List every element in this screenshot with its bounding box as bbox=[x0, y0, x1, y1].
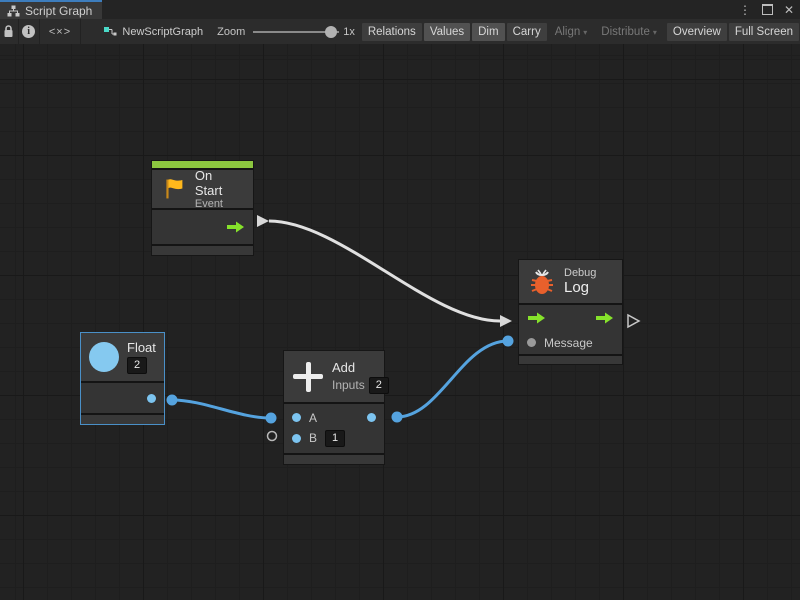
wire-dot bbox=[392, 412, 403, 423]
dim-button[interactable]: Dim bbox=[472, 23, 504, 41]
zoom-value: 1x bbox=[343, 26, 355, 38]
node-ports: A B 1 bbox=[284, 404, 384, 453]
wire-end-arrow bbox=[500, 315, 512, 327]
edit-code-button[interactable]: <×> bbox=[40, 19, 81, 44]
wire-float-to-add[interactable] bbox=[172, 400, 271, 418]
port-label: Message bbox=[544, 336, 593, 350]
graph-canvas[interactable]: On Start Event Debug bbox=[0, 44, 800, 600]
window-menu-icon[interactable]: ⋮ bbox=[739, 4, 751, 16]
input-port-b[interactable] bbox=[292, 434, 301, 443]
zoom-control: Zoom 1x bbox=[217, 19, 361, 44]
message-port-row: Message bbox=[519, 331, 622, 354]
node-add[interactable]: Add Inputs 2 A B 1 bbox=[283, 350, 385, 465]
node-footer bbox=[152, 246, 253, 255]
maximize-icon[interactable] bbox=[762, 4, 773, 15]
flow-output-hint-triangle bbox=[628, 315, 639, 327]
node-title: Float bbox=[127, 340, 156, 355]
flow-output-port[interactable] bbox=[595, 312, 614, 324]
port-a-row: A bbox=[284, 411, 384, 425]
relations-button[interactable]: Relations bbox=[362, 23, 422, 41]
info-icon: i bbox=[22, 25, 35, 38]
distribute-label: Distribute bbox=[601, 26, 650, 38]
window-controls: ⋮ ✕ bbox=[739, 0, 794, 19]
zoom-slider-handle[interactable] bbox=[325, 26, 337, 38]
values-button[interactable]: Values bbox=[424, 23, 470, 41]
wires-layer bbox=[0, 44, 800, 600]
fullscreen-button[interactable]: Full Screen bbox=[729, 23, 799, 41]
node-on-start[interactable]: On Start Event bbox=[151, 160, 254, 256]
float-value-field[interactable]: 2 bbox=[127, 357, 147, 374]
message-input-port[interactable] bbox=[527, 338, 536, 347]
flag-icon bbox=[162, 177, 186, 201]
lock-button[interactable] bbox=[0, 19, 18, 44]
node-title: Add bbox=[332, 360, 389, 375]
distribute-dropdown: Distribute▾ bbox=[595, 23, 663, 41]
overview-button[interactable]: Overview bbox=[667, 23, 727, 41]
node-ports bbox=[81, 383, 164, 413]
graph-hierarchy-icon bbox=[7, 5, 20, 17]
node-header[interactable]: Float 2 bbox=[81, 333, 164, 381]
chevron-down-icon: ▾ bbox=[653, 28, 657, 37]
graph-toolbar: i <×> NewScriptGraph Zoom 1x Relations V… bbox=[0, 19, 800, 45]
wire-start-arrow bbox=[257, 215, 269, 227]
flow-output-port[interactable] bbox=[226, 221, 245, 233]
node-header[interactable]: Debug Log bbox=[519, 260, 622, 303]
lock-icon bbox=[3, 25, 14, 38]
input-port-a[interactable] bbox=[292, 413, 301, 422]
code-icon: <×> bbox=[49, 26, 71, 38]
bug-icon bbox=[529, 268, 555, 296]
node-header[interactable]: Add Inputs 2 bbox=[284, 351, 384, 402]
node-footer bbox=[284, 455, 384, 464]
node-debug-log[interactable]: Debug Log Message bbox=[518, 259, 623, 365]
node-kind: Debug bbox=[564, 267, 596, 279]
b-value-field[interactable]: 1 bbox=[325, 430, 345, 447]
node-header[interactable]: On Start Event bbox=[152, 170, 253, 208]
wire-add-to-debug[interactable] bbox=[397, 341, 508, 417]
event-accent-bar bbox=[152, 161, 253, 168]
flow-input-port[interactable] bbox=[527, 312, 546, 324]
node-subtitle: Inputs bbox=[332, 378, 365, 392]
close-icon[interactable]: ✕ bbox=[784, 4, 794, 16]
chevron-down-icon: ▾ bbox=[583, 28, 587, 37]
node-ports bbox=[152, 210, 253, 244]
tab-strip: Script Graph ⋮ ✕ bbox=[0, 0, 800, 19]
add-icon bbox=[293, 362, 323, 392]
zoom-slider[interactable] bbox=[253, 31, 339, 33]
toolbar-separator bbox=[80, 19, 81, 44]
node-footer bbox=[81, 415, 164, 424]
node-title: On Start bbox=[195, 168, 243, 198]
node-ports: Message bbox=[519, 305, 622, 354]
script-graph-icon bbox=[103, 26, 117, 38]
wire-onstart-to-debug[interactable] bbox=[269, 221, 500, 321]
graph-breadcrumb[interactable]: NewScriptGraph bbox=[103, 19, 203, 44]
graph-name: NewScriptGraph bbox=[122, 26, 203, 38]
wire-dot bbox=[167, 395, 178, 406]
inspect-button[interactable]: i bbox=[19, 19, 39, 44]
align-dropdown: Align▾ bbox=[549, 23, 594, 41]
wire-dot bbox=[503, 336, 514, 347]
tab-title: Script Graph bbox=[25, 4, 92, 18]
port-b-row: B 1 bbox=[284, 430, 384, 447]
float-type-icon bbox=[89, 342, 119, 372]
carry-button[interactable]: Carry bbox=[507, 23, 547, 41]
flow-port-row bbox=[519, 305, 622, 331]
node-title: Log bbox=[564, 279, 596, 296]
align-label: Align bbox=[555, 26, 581, 38]
node-subtitle: Event bbox=[195, 198, 243, 210]
port-label: A bbox=[309, 411, 317, 425]
wire-dot bbox=[266, 413, 277, 424]
node-footer bbox=[519, 356, 622, 364]
node-float[interactable]: Float 2 bbox=[80, 332, 165, 425]
value-output-port[interactable] bbox=[367, 413, 376, 422]
tab-script-graph[interactable]: Script Graph bbox=[0, 0, 102, 19]
port-label: B bbox=[309, 431, 317, 445]
inputs-count-field[interactable]: 2 bbox=[369, 377, 389, 394]
unity-visual-scripting-window: Script Graph ⋮ ✕ i <×> bbox=[0, 0, 800, 600]
value-input-hint-circle bbox=[268, 432, 277, 441]
zoom-label: Zoom bbox=[217, 26, 245, 38]
value-output-port[interactable] bbox=[147, 394, 156, 403]
